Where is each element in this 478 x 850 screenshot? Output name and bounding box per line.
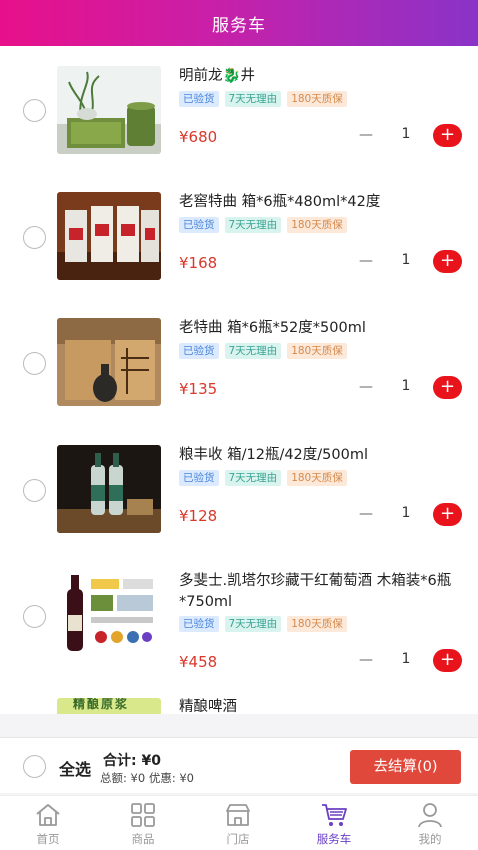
product-tags: 已验货 7天无理由 180天质保 — [179, 91, 347, 107]
tag-warranty: 180天质保 — [287, 343, 347, 359]
select-all-radio[interactable] — [23, 755, 46, 778]
product-price: ¥128 — [179, 507, 218, 525]
product-image[interactable]: 精酿原浆 — [57, 698, 161, 714]
tag-return-policy: 7天无理由 — [224, 470, 282, 486]
cart-item: 老特曲 箱*6瓶*52度*500ml 已验货 7天无理由 180天质保 ¥135… — [0, 298, 478, 424]
tab-label: 我的 — [418, 832, 442, 846]
user-icon — [418, 803, 442, 828]
item-select-radio[interactable] — [23, 99, 46, 122]
tab-label: 商品 — [131, 832, 155, 846]
increase-qty-button[interactable]: + — [433, 503, 462, 526]
tab-label: 门店 — [226, 832, 250, 846]
item-select-radio[interactable] — [23, 352, 46, 375]
cart-list[interactable]: 明前龙🐉井 已验货 7天无理由 180天质保 ¥680 — 1 + 老窖特曲 箱… — [0, 46, 478, 714]
tab-label: 服务车 — [316, 832, 352, 846]
tab-stores[interactable]: 门店 — [206, 796, 270, 850]
tag-warranty: 180天质保 — [287, 616, 347, 632]
total-amount: 合计: ¥0 — [103, 753, 161, 769]
item-select-radio[interactable] — [23, 479, 46, 502]
quantity-value[interactable]: 1 — [398, 651, 414, 667]
product-image[interactable] — [57, 66, 161, 154]
decrease-qty-button[interactable]: — — [356, 504, 376, 524]
product-name[interactable]: 精酿啤酒 — [179, 697, 459, 714]
item-select-radio[interactable] — [23, 605, 46, 628]
decrease-qty-button[interactable]: — — [356, 377, 376, 397]
product-image[interactable] — [57, 445, 161, 533]
product-price: ¥135 — [179, 380, 218, 398]
tab-cart[interactable]: 服务车 — [302, 796, 366, 850]
tab-profile[interactable]: 我的 — [398, 796, 462, 850]
product-image[interactable] — [57, 318, 161, 406]
product-price: ¥458 — [179, 653, 218, 671]
increase-qty-button[interactable]: + — [433, 124, 462, 147]
tag-return-policy: 7天无理由 — [224, 217, 282, 233]
grid-icon — [131, 803, 155, 827]
tag-warranty: 180天质保 — [287, 91, 347, 107]
tab-home[interactable]: 首页 — [16, 796, 80, 850]
product-tags: 已验货 7天无理由 180天质保 — [179, 616, 347, 632]
increase-qty-button[interactable]: + — [433, 376, 462, 399]
tab-products[interactable]: 商品 — [111, 796, 175, 850]
product-tags: 已验货 7天无理由 180天质保 — [179, 343, 347, 359]
checkout-button[interactable]: 去结算(0) — [350, 750, 461, 784]
tag-inspected: 已验货 — [179, 217, 219, 233]
cart-summary-bar: 全选 合计: ¥0 总额: ¥0 优惠: ¥0 去结算(0) — [0, 737, 478, 793]
cart-item: 多斐士.凯塔尔珍藏干红葡萄酒 木箱装*6瓶*750ml 已验货 7天无理由 18… — [0, 550, 478, 700]
tag-inspected: 已验货 — [179, 470, 219, 486]
product-name[interactable]: 老窖特曲 箱*6瓶*480ml*42度 — [179, 192, 459, 213]
product-price: ¥168 — [179, 254, 218, 272]
cart-icon — [322, 804, 347, 826]
tag-warranty: 180天质保 — [287, 470, 347, 486]
product-name[interactable]: 多斐士.凯塔尔珍藏干红葡萄酒 木箱装*6瓶*750ml — [179, 571, 459, 613]
product-image-text: 精酿原浆 — [73, 698, 130, 711]
tab-label: 首页 — [36, 832, 60, 846]
increase-qty-button[interactable]: + — [433, 250, 462, 273]
product-tags: 已验货 7天无理由 180天质保 — [179, 217, 347, 233]
home-icon — [36, 804, 60, 826]
product-name[interactable]: 粮丰收 箱/12瓶/42度/500ml — [179, 445, 459, 466]
tag-warranty: 180天质保 — [287, 217, 347, 233]
select-all-label[interactable]: 全选 — [59, 756, 91, 780]
product-name[interactable]: 老特曲 箱*6瓶*52度*500ml — [179, 318, 459, 339]
increase-qty-button[interactable]: + — [433, 649, 462, 672]
cart-item: 精酿原浆 精酿啤酒 — [0, 696, 478, 714]
subtotal-discount: 总额: ¥0 优惠: ¥0 — [100, 771, 194, 785]
page-title: 服务车 — [212, 15, 266, 36]
tag-return-policy: 7天无理由 — [224, 343, 282, 359]
product-image[interactable] — [57, 192, 161, 280]
product-price: ¥680 — [179, 128, 218, 146]
cart-item: 粮丰收 箱/12瓶/42度/500ml 已验货 7天无理由 180天质保 ¥12… — [0, 424, 478, 550]
tag-inspected: 已验货 — [179, 91, 219, 107]
tag-inspected: 已验货 — [179, 616, 219, 632]
product-name[interactable]: 明前龙🐉井 — [179, 66, 459, 87]
product-tags: 已验货 7天无理由 180天质保 — [179, 470, 347, 486]
quantity-value[interactable]: 1 — [398, 252, 414, 268]
item-select-radio[interactable] — [23, 226, 46, 249]
decrease-qty-button[interactable]: — — [356, 650, 376, 670]
quantity-value[interactable]: 1 — [398, 505, 414, 521]
quantity-value[interactable]: 1 — [398, 378, 414, 394]
tag-return-policy: 7天无理由 — [224, 616, 282, 632]
decrease-qty-button[interactable]: — — [356, 251, 376, 271]
cart-item: 明前龙🐉井 已验货 7天无理由 180天质保 ¥680 — 1 + — [0, 46, 478, 172]
product-image[interactable] — [57, 571, 161, 659]
bottom-tab-bar: 首页 商品 门店 服务车 我的 — [0, 795, 478, 850]
app-header: 服务车 — [0, 0, 478, 46]
tag-inspected: 已验货 — [179, 343, 219, 359]
store-icon — [226, 804, 250, 826]
decrease-qty-button[interactable]: — — [356, 125, 376, 145]
quantity-value[interactable]: 1 — [398, 126, 414, 142]
tag-return-policy: 7天无理由 — [224, 91, 282, 107]
cart-item: 老窖特曲 箱*6瓶*480ml*42度 已验货 7天无理由 180天质保 ¥16… — [0, 172, 478, 298]
